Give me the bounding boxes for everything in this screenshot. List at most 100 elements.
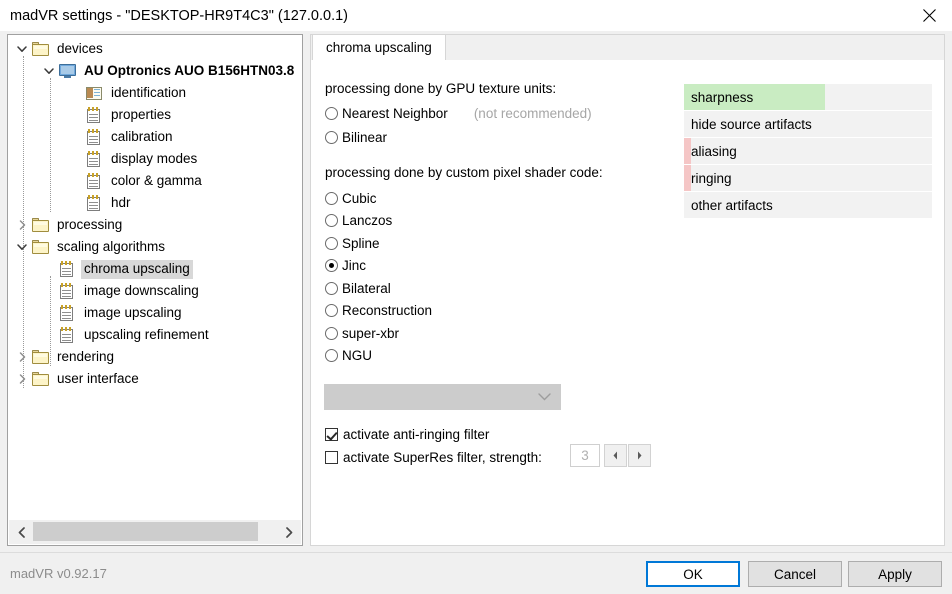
radio-label: Bilateral	[342, 280, 391, 296]
tree-twisty-expanded-icon[interactable]	[14, 239, 30, 255]
quality-meter-label: ringing	[691, 170, 732, 186]
document-icon	[84, 151, 104, 167]
tree-twisty-collapsed-icon[interactable]	[14, 217, 30, 233]
tree-item-processing[interactable]: processing	[8, 214, 302, 236]
tree-item-color-gamma[interactable]: color & gamma	[8, 170, 302, 192]
chevron-right-icon[interactable]	[277, 520, 301, 544]
radio-nearest-neighbor[interactable]: Nearest Neighbor (not recommended)	[325, 102, 592, 124]
tree-item-scaling-algorithms[interactable]: scaling algorithms	[8, 236, 302, 258]
radio-indicator[interactable]	[325, 236, 338, 250]
radio-lanczos[interactable]: Lanczos	[325, 210, 392, 232]
quality-meter-row: sharpness	[684, 84, 932, 110]
radio-label: Spline	[342, 235, 380, 251]
tree-item-rendering[interactable]: rendering	[8, 346, 302, 368]
triangle-right-icon[interactable]	[628, 444, 651, 467]
quality-meter-row: aliasing	[684, 138, 932, 164]
tree-item-label: upscaling refinement	[84, 326, 209, 342]
tree-item-chroma-upscaling[interactable]: chroma upscaling	[8, 258, 302, 280]
checkbox-activate-anti-ringing-filter[interactable]: activate anti-ringing filter	[325, 424, 489, 444]
tree-twisty-expanded-icon[interactable]	[41, 63, 57, 79]
document-icon	[84, 107, 104, 123]
chevron-left-icon[interactable]	[9, 520, 33, 544]
tree-twisty-expanded-icon[interactable]	[14, 41, 30, 57]
quality-meter-row: hide source artifacts	[684, 111, 932, 137]
quality-meter-label: other artifacts	[691, 197, 773, 213]
radio-bilinear[interactable]: Bilinear	[325, 126, 387, 148]
radio-cubic[interactable]: Cubic	[325, 187, 377, 209]
superres-strength-value[interactable]: 3	[570, 444, 600, 467]
folder-icon	[30, 371, 50, 387]
settings-tree-panel[interactable]: devices AU Optronics AUO B156HTN03.8 ident…	[7, 34, 303, 546]
tree-item-label: properties	[111, 106, 172, 122]
tree-item-label: calibration	[111, 128, 173, 144]
radio-note: (not recommended)	[473, 105, 592, 121]
tree-item-calibration[interactable]: calibration	[8, 126, 302, 148]
dialog-footer: madVR v0.92.17 OK Cancel Apply	[0, 552, 952, 594]
tree-item-display-modes[interactable]: display modes	[8, 148, 302, 170]
settings-tree[interactable]: devices AU Optronics AUO B156HTN03.8 ident…	[8, 38, 302, 520]
radio-jinc[interactable]: Jinc	[325, 255, 366, 277]
radio-label: Jinc	[342, 258, 367, 273]
tree-twisty-collapsed-icon[interactable]	[14, 371, 30, 387]
folder-icon	[30, 349, 50, 365]
radio-indicator[interactable]	[325, 304, 338, 317]
gpu-section-label: processing done by GPU texture units:	[325, 81, 557, 96]
radio-label: Nearest Neighbor	[342, 105, 448, 121]
document-icon	[57, 283, 77, 299]
checkbox-indicator[interactable]	[325, 450, 338, 464]
radio-indicator[interactable]	[325, 130, 338, 144]
radio-indicator[interactable]	[325, 349, 338, 362]
tree-item-hdr[interactable]: hdr	[8, 192, 302, 214]
apply-button[interactable]: Apply	[848, 561, 942, 587]
quality-meter-label: hide source artifacts	[691, 116, 812, 132]
document-icon	[57, 305, 77, 321]
tree-item-identification[interactable]: identification	[8, 82, 302, 104]
tree-item-label: color & gamma	[111, 172, 202, 188]
radio-bilateral[interactable]: Bilateral	[325, 277, 391, 299]
radio-indicator[interactable]	[325, 259, 338, 272]
folder-icon	[30, 217, 50, 233]
tree-twisty-collapsed-icon[interactable]	[14, 349, 30, 365]
tree-item-label: scaling algorithms	[57, 238, 166, 254]
tree-item-upscaling-refinement[interactable]: upscaling refinement	[8, 324, 302, 346]
tree-item-au-optronics-auo-b156htn03-8[interactable]: AU Optronics AUO B156HTN03.8	[8, 60, 302, 82]
tree-item-user-interface[interactable]: user interface	[8, 368, 302, 390]
tree-item-label: display modes	[111, 150, 198, 166]
radio-indicator[interactable]	[325, 106, 338, 120]
tree-item-label: devices	[57, 40, 103, 56]
tab-chroma-upscaling[interactable]: chroma upscaling	[312, 34, 446, 61]
checkbox-activate-superres-filter-strength[interactable]: activate SuperRes filter, strength:	[325, 447, 542, 467]
shader-variant-dropdown[interactable]	[324, 384, 561, 410]
radio-indicator[interactable]	[325, 214, 338, 227]
radio-indicator[interactable]	[325, 326, 338, 340]
radio-label: Lanczos	[342, 213, 393, 228]
radio-super-xbr[interactable]: super-xbr	[325, 322, 399, 344]
tree-item-label: rendering	[57, 348, 115, 364]
scrollbar-track[interactable]	[33, 520, 277, 544]
radio-ngu[interactable]: NGU	[325, 345, 372, 367]
radio-indicator[interactable]	[325, 281, 338, 295]
version-label: madVR v0.92.17	[10, 566, 107, 581]
scrollbar-thumb[interactable]	[33, 522, 258, 541]
chroma-upscaling-page: processing done by GPU texture units: Ne…	[310, 60, 945, 546]
triangle-left-icon[interactable]	[604, 444, 627, 467]
close-icon[interactable]	[906, 0, 952, 30]
tree-item-properties[interactable]: properties	[8, 104, 302, 126]
cancel-button[interactable]: Cancel	[748, 561, 842, 587]
tree-item-label: hdr	[111, 194, 131, 210]
window-title: madVR settings - "DESKTOP-HR9T4C3" (127.…	[10, 7, 349, 24]
quality-meter-row: other artifacts	[684, 192, 932, 218]
checkbox-indicator[interactable]	[325, 427, 338, 441]
tree-item-label: image upscaling	[84, 304, 182, 320]
radio-spline[interactable]: Spline	[325, 232, 380, 254]
ok-button[interactable]: OK	[646, 561, 740, 587]
tree-item-image-upscaling[interactable]: image upscaling	[8, 302, 302, 324]
madvr-settings-window: madVR settings - "DESKTOP-HR9T4C3" (127.…	[0, 0, 952, 594]
radio-indicator[interactable]	[325, 191, 338, 205]
tree-horizontal-scrollbar[interactable]	[9, 519, 301, 544]
tree-item-image-downscaling[interactable]: image downscaling	[8, 280, 302, 302]
folder-icon	[30, 41, 50, 57]
tree-item-devices[interactable]: devices	[8, 38, 302, 60]
radio-reconstruction[interactable]: Reconstruction	[325, 300, 432, 322]
radio-label: NGU	[342, 348, 372, 363]
